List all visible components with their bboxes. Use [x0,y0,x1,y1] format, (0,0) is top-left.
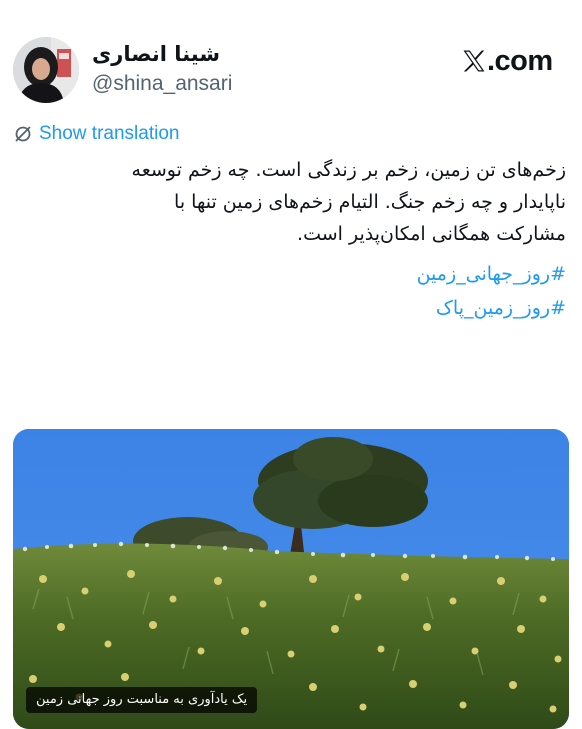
tweet-text-line: مشارکت همگانی امکان‌پذیر است. [297,223,566,245]
show-translation-button[interactable]: Show translation [13,121,179,147]
avatar-image [13,37,79,103]
tweet-media-image[interactable]: یک یادآوری به مناسبت روز جهانی زمین [13,429,569,729]
x-logo-icon [463,50,485,72]
display-name[interactable]: شینا انصاری [92,40,220,68]
landscape-photo [13,429,569,729]
hashtag-link[interactable]: #روز_زمین_پاک [436,292,566,324]
user-handle[interactable]: @shina_ansari [92,70,232,98]
show-translation-label: Show translation [39,123,180,144]
tweet-text: زخم‌های تن زمین، زخم بر زندگی است. چه زخ… [14,154,566,250]
tweet-text-line: ناپایدار و چه زخم جنگ. التیام زخم‌های زم… [174,191,566,213]
x-com-logo: .com [462,44,553,78]
hashtag-link[interactable]: #روز_جهانی_زمین [417,258,566,290]
site-domain-text: .com [487,45,553,77]
media-caption: یک یادآوری به مناسبت روز جهانی زمین [26,687,258,713]
avatar[interactable] [13,37,79,103]
tweet-text-line: زخم‌های تن زمین، زخم بر زندگی است. چه زخ… [131,159,566,181]
translate-icon [15,126,31,142]
